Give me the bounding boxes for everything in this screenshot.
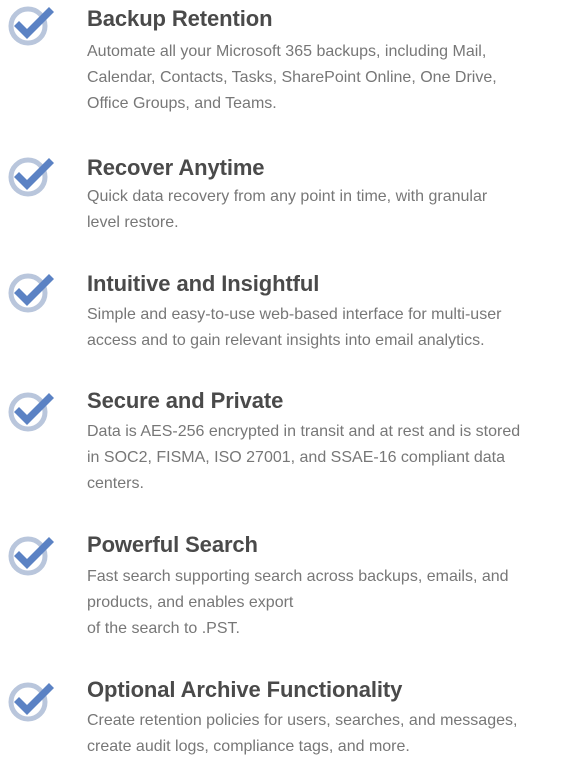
checkmark-badge-icon <box>7 680 57 722</box>
checkmark-badge-icon <box>7 155 57 197</box>
feature-title: Powerful Search <box>87 532 258 557</box>
feature-description: Simple and easy-to-use web-based interfa… <box>87 306 502 349</box>
checkmark-badge-icon <box>7 271 57 313</box>
feature-description: Quick data recovery from any point in ti… <box>87 188 488 231</box>
feature-title: Intuitive and Insightful <box>87 271 320 296</box>
feature-title: Optional Archive Functionality <box>87 677 403 702</box>
feature-title: Backup Retention <box>87 6 273 31</box>
checkmark-badge-icon <box>7 534 57 576</box>
feature-title: Recover Anytime <box>87 155 265 180</box>
feature-description: Fast search supporting search across bac… <box>87 568 509 637</box>
feature-description: Create retention policies for users, sea… <box>87 712 518 755</box>
feature-description: Data is AES-256 encrypted in transit and… <box>87 423 521 492</box>
feature-title: Secure and Private <box>87 388 284 413</box>
feature-description: Automate all your Microsoft 365 backups,… <box>87 43 497 112</box>
checkmark-badge-icon <box>7 390 57 432</box>
checkmark-badge-icon <box>7 4 57 46</box>
